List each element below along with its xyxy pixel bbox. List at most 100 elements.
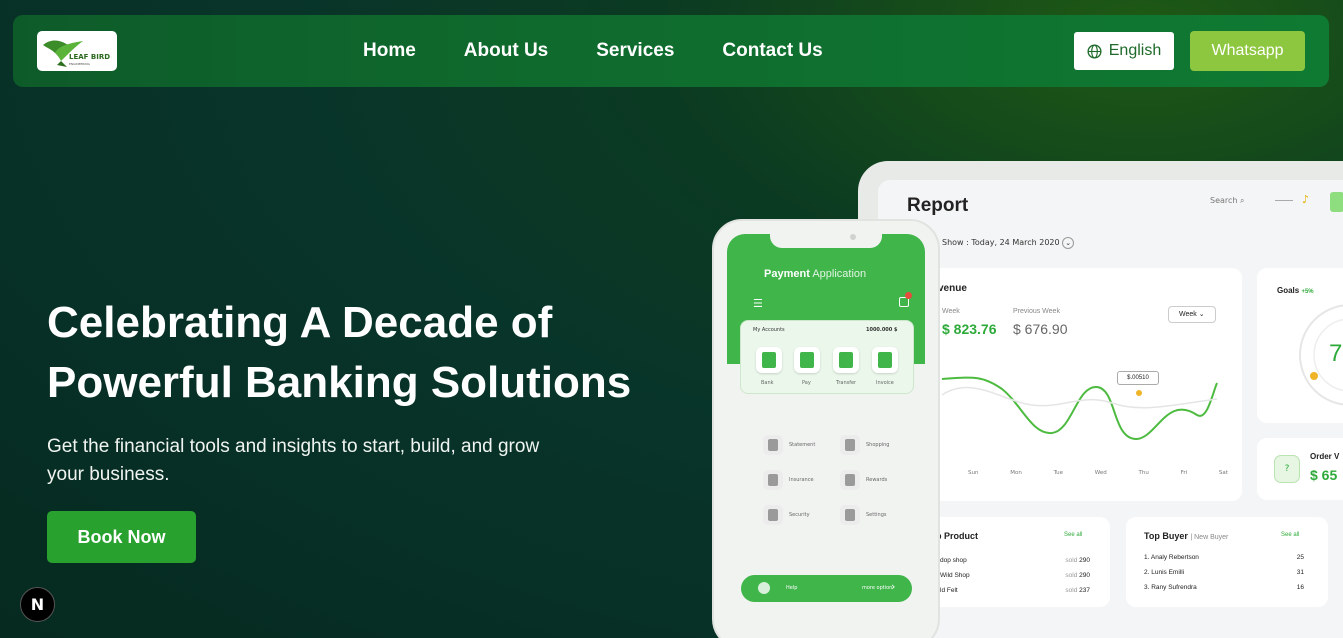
nav-home[interactable]: Home [363, 40, 416, 62]
statement-icon[interactable] [763, 435, 783, 455]
main-menu: Home About Us Services Contact Us [363, 15, 823, 87]
product-unit: sold [1065, 587, 1078, 594]
globe-icon [1087, 43, 1102, 59]
product-list: dop shop sold 290 Wild Shop sold 290 ld Fe… [940, 553, 1090, 598]
nav-services[interactable]: Services [596, 40, 674, 62]
quick-label: Bank [761, 380, 774, 386]
insurance-icon[interactable] [763, 470, 783, 490]
this-week-line [942, 376, 1218, 441]
product-qty: 237 [1079, 587, 1090, 594]
product-name: ld Felt [940, 587, 958, 594]
period-select[interactable]: Week ⌄ [1168, 306, 1216, 323]
day-label: Fri [1180, 470, 1188, 476]
date-filter: Show : Today, 24 March 2020 ⌄ [942, 237, 1075, 249]
day-label: Sun [968, 470, 979, 476]
nextjs-badge-icon[interactable]: N [20, 587, 55, 622]
list-item: 2. Lunis Emilli 31 [1144, 565, 1304, 580]
report-title: Report [907, 195, 969, 216]
help-more-label: more option [862, 585, 893, 591]
book-now-button[interactable]: Book Now [47, 511, 196, 563]
account-value: 1000.000 $ [866, 327, 898, 333]
order-value: $ 65 [1310, 467, 1338, 483]
transfer-icon[interactable] [833, 347, 859, 373]
invoice-icon[interactable] [872, 347, 898, 373]
hamburger-icon: ☰ [753, 297, 763, 310]
phone-notch [770, 229, 882, 248]
pay-icon[interactable] [794, 347, 820, 373]
product-see-all-link[interactable]: See all [1064, 532, 1082, 538]
day-label: Wed [1094, 470, 1107, 476]
chevron-right-icon: › [891, 580, 896, 593]
order-label: Order V [1310, 452, 1340, 461]
period-label: Week [1179, 311, 1197, 318]
day-label: Thu [1138, 470, 1149, 476]
buyer-qty: 31 [1296, 569, 1304, 576]
logo[interactable]: LEAF BIRD ENGINEERING [37, 31, 117, 71]
logo-subtext: ENGINEERING [69, 62, 90, 66]
buyer-title-label: Top Buyer [1144, 531, 1188, 541]
whatsapp-button[interactable]: Whatsapp [1190, 31, 1305, 71]
menu-label: Statement [789, 442, 816, 448]
date-label: Show : Today, 24 March 2020 [942, 238, 1060, 247]
dashboard-search: Search ⌕ [1210, 196, 1245, 206]
product-unit: sold [1065, 572, 1078, 579]
menu-label: Security [789, 512, 810, 518]
language-button[interactable]: English [1074, 32, 1174, 70]
list-item: 1. Analy Rebertson 25 [1144, 550, 1304, 565]
account-label: My Accounts [753, 327, 785, 333]
buyer-name: 2. Lunis Emilli [1144, 569, 1185, 576]
product-unit: sold [1065, 557, 1078, 564]
buyer-see-all-link[interactable]: See all [1281, 532, 1299, 538]
help-label: Help [786, 585, 798, 591]
day-label: Sat [1218, 470, 1228, 476]
goals-label: Goals [1277, 286, 1300, 295]
profile-icon [1330, 192, 1343, 212]
nav-about-us[interactable]: About Us [464, 40, 548, 62]
buyer-list: 1. Analy Rebertson 25 2. Lunis Emilli 31 3… [1144, 550, 1304, 595]
this-week-value: $ 823.76 [942, 321, 997, 337]
menu-label: Insurance [789, 477, 814, 483]
phone-title-light: Application [812, 268, 867, 280]
phone-title: Payment Application [764, 268, 866, 280]
menu-label: Rewards [866, 477, 888, 483]
help-icon [758, 582, 770, 594]
day-axis: Sun Mon Tue Wed Thu Fri Sat [968, 470, 1228, 476]
buyer-name: 3. Rany Sufrendra [1144, 584, 1197, 591]
phone-title-bold: Payment [764, 268, 810, 280]
language-label: English [1108, 42, 1162, 59]
new-buyer-tab[interactable]: New Buyer [1194, 534, 1228, 541]
chart-tooltip: $.00510 [1117, 371, 1159, 385]
goals-value: 7 [1329, 340, 1343, 367]
notification-dot-icon [905, 292, 912, 299]
list-item: 3. Rany Sufrendra 16 [1144, 580, 1304, 595]
quick-label: Transfer [836, 380, 857, 386]
goals-title: Goals +5% [1277, 286, 1314, 295]
revenue-title: venue [938, 283, 967, 294]
hero-title: Celebrating A Decade of Powerful Banking… [47, 298, 632, 407]
product-name: dop shop [940, 557, 967, 564]
rewards-icon[interactable] [840, 470, 860, 490]
security-icon[interactable] [763, 505, 783, 525]
bank-icon[interactable] [756, 347, 782, 373]
search-icon: ⌕ [1240, 196, 1245, 205]
tooltip-point [1136, 390, 1142, 396]
camera-icon [850, 234, 856, 240]
prev-week-label: Previous Week [1013, 308, 1060, 315]
quick-label: Invoice [876, 380, 894, 386]
shopping-icon[interactable] [840, 435, 860, 455]
buyer-qty: 16 [1296, 584, 1304, 591]
list-item: dop shop sold 290 [940, 553, 1090, 568]
nav-contact-us[interactable]: Contact Us [722, 40, 822, 62]
chevron-down-icon: ⌄ [1062, 237, 1075, 249]
top-buyer-title: Top Buyer | New Buyer [1144, 531, 1229, 541]
menu-label: Shopping [866, 442, 890, 448]
list-item: ld Felt sold 237 [940, 583, 1090, 598]
divider [1275, 200, 1293, 201]
list-item: Wild Shop sold 290 [940, 568, 1090, 583]
prev-week-line [942, 386, 1218, 409]
settings-icon[interactable] [840, 505, 860, 525]
navbar: LEAF BIRD ENGINEERING Home About Us Serv… [13, 15, 1329, 87]
buyer-qty: 25 [1296, 554, 1304, 561]
revenue-line-chart [942, 376, 1218, 441]
search-label: Search [1210, 196, 1238, 205]
